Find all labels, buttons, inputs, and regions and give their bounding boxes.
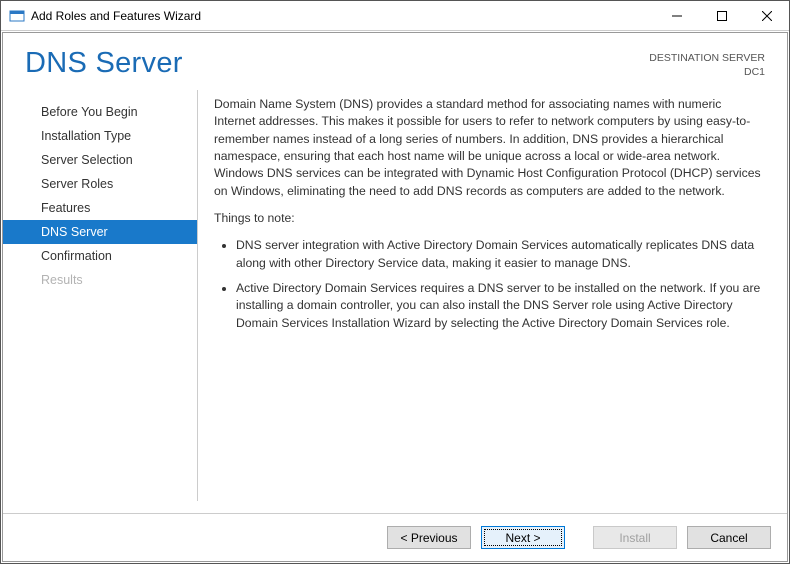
app-icon <box>9 8 25 24</box>
minimize-button[interactable] <box>654 1 699 30</box>
wizard-body: DNS Server DESTINATION SERVER DC1 Before… <box>2 32 788 562</box>
cancel-button[interactable]: Cancel <box>687 526 771 549</box>
wizard-window: Add Roles and Features Wizard DNS Server… <box>0 0 790 564</box>
description-paragraph: Domain Name System (DNS) provides a stan… <box>214 96 765 200</box>
titlebar: Add Roles and Features Wizard <box>1 1 789 31</box>
nav-before-you-begin[interactable]: Before You Begin <box>3 100 197 124</box>
maximize-button[interactable] <box>699 1 744 30</box>
previous-button[interactable]: < Previous <box>387 526 471 549</box>
nav-server-selection[interactable]: Server Selection <box>3 148 197 172</box>
nav-features[interactable]: Features <box>3 196 197 220</box>
notes-heading: Things to note: <box>214 210 765 227</box>
destination-label: DESTINATION SERVER <box>649 51 765 65</box>
destination-name: DC1 <box>649 65 765 79</box>
note-item-2: Active Directory Domain Services require… <box>236 280 765 332</box>
close-button[interactable] <box>744 1 789 30</box>
wizard-footer: < Previous Next > Install Cancel <box>3 513 787 561</box>
window-title: Add Roles and Features Wizard <box>31 9 654 23</box>
window-controls <box>654 1 789 30</box>
nav-dns-server[interactable]: DNS Server <box>3 220 197 244</box>
install-button: Install <box>593 526 677 549</box>
note-item-1: DNS server integration with Active Direc… <box>236 237 765 272</box>
destination-server: DESTINATION SERVER DC1 <box>649 47 765 80</box>
wizard-header: DNS Server DESTINATION SERVER DC1 <box>3 33 787 86</box>
next-button[interactable]: Next > <box>481 526 565 549</box>
notes-list: DNS server integration with Active Direc… <box>214 237 765 332</box>
nav-results: Results <box>3 268 197 292</box>
nav-confirmation[interactable]: Confirmation <box>3 244 197 268</box>
wizard-main: Before You Begin Installation Type Serve… <box>3 86 787 513</box>
wizard-content: Domain Name System (DNS) provides a stan… <box>198 86 787 513</box>
wizard-nav: Before You Begin Installation Type Serve… <box>3 90 198 501</box>
nav-installation-type[interactable]: Installation Type <box>3 124 197 148</box>
nav-server-roles[interactable]: Server Roles <box>3 172 197 196</box>
page-title: DNS Server <box>25 47 649 80</box>
